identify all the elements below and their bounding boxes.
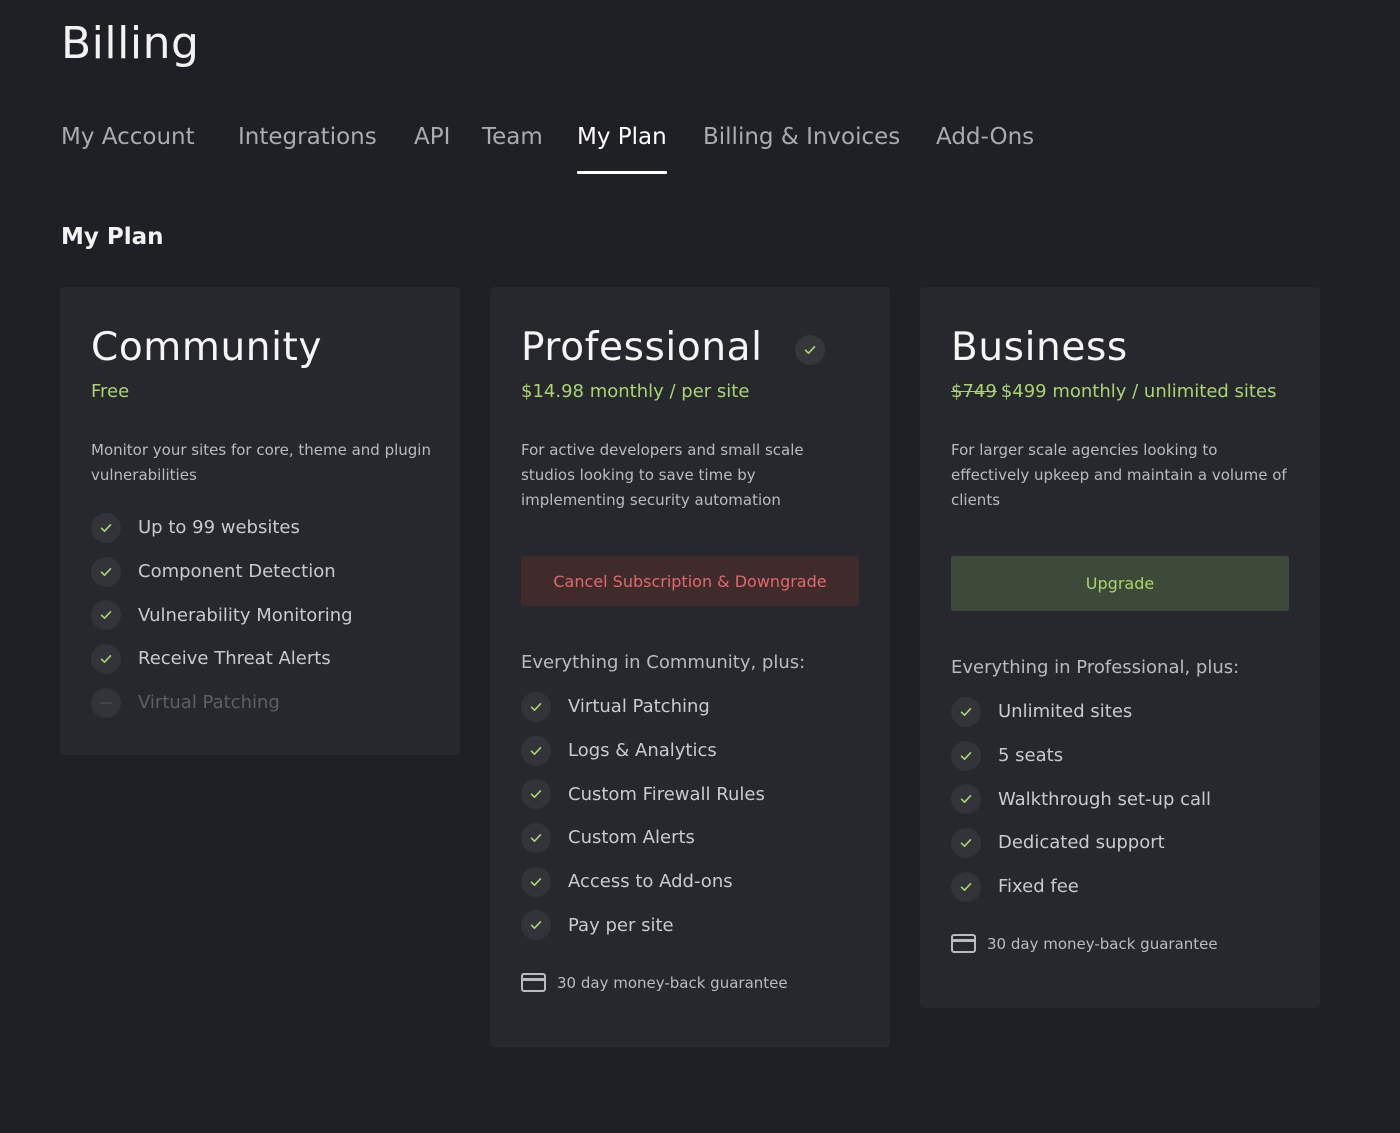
feature-label: Unlimited sites: [998, 701, 1133, 723]
check-icon: [951, 740, 981, 771]
feature-label: Receive Threat Alerts: [138, 648, 331, 670]
feature-label: Logs & Analytics: [568, 740, 717, 762]
old-price: $749: [951, 381, 997, 402]
tab-my-account[interactable]: My Account: [61, 124, 195, 174]
feature-list: Virtual Patching Logs & Analytics Custom…: [521, 685, 765, 947]
feature-item-excluded: Virtual Patching: [91, 681, 353, 725]
plan-price: $14.98 monthly / per site: [521, 381, 750, 402]
check-icon: [521, 822, 551, 853]
feature-label: Vulnerability Monitoring: [138, 604, 353, 626]
upgrade-button[interactable]: Upgrade: [951, 556, 1289, 611]
feature-label: Access to Add-ons: [568, 871, 733, 893]
tab-team[interactable]: Team: [482, 124, 543, 174]
dash-icon: [91, 687, 121, 718]
plan-name: Professional: [521, 325, 763, 370]
feature-label: Pay per site: [568, 914, 674, 936]
plan-card-professional: Professional $14.98 monthly / per site F…: [490, 287, 890, 1047]
plan-description: Monitor your sites for core, theme and p…: [91, 441, 431, 484]
check-icon: [91, 556, 121, 587]
tab-api[interactable]: API: [414, 124, 450, 174]
check-icon: [951, 871, 981, 902]
guarantee-note: 30 day money-back guarantee: [521, 973, 788, 992]
feature-item: Component Detection: [91, 550, 353, 594]
feature-list: Unlimited sites 5 seats Walkthrough set-…: [951, 690, 1211, 908]
guarantee-note: 30 day money-back guarantee: [951, 934, 1218, 953]
feature-label: Up to 99 websites: [138, 517, 300, 539]
feature-label: Custom Firewall Rules: [568, 783, 765, 805]
check-icon: [951, 784, 981, 815]
billing-page: Billing My Account Integrations API Team…: [0, 0, 1400, 1133]
feature-item: 5 seats: [951, 734, 1211, 778]
feature-label: Virtual Patching: [138, 692, 280, 714]
check-icon: [91, 600, 121, 631]
check-icon: [91, 643, 121, 674]
plus-label: Everything in Community, plus:: [521, 652, 806, 673]
feature-item: Dedicated support: [951, 821, 1211, 865]
check-icon: [521, 866, 551, 897]
guarantee-text: 30 day money-back guarantee: [557, 973, 788, 992]
feature-item: Pay per site: [521, 903, 765, 947]
check-icon: [951, 696, 981, 727]
feature-label: Walkthrough set-up call: [998, 788, 1212, 810]
section-title: My Plan: [61, 224, 164, 250]
feature-item: Unlimited sites: [951, 690, 1211, 734]
page-title: Billing: [61, 18, 200, 69]
feature-item: Logs & Analytics: [521, 729, 765, 773]
plan-description: For active developers and small scale st…: [521, 441, 804, 509]
credit-card-icon: [521, 973, 546, 992]
plus-label: Everything in Professional, plus:: [951, 657, 1240, 678]
tab-integrations[interactable]: Integrations: [238, 124, 377, 174]
plan-card-business: Business $749 $499 monthly / unlimited si…: [920, 287, 1320, 1008]
feature-item: Receive Threat Alerts: [91, 637, 353, 681]
plan-name: Business: [951, 325, 1128, 370]
feature-item: Vulnerability Monitoring: [91, 593, 353, 637]
tab-my-plan[interactable]: My Plan: [577, 124, 667, 174]
feature-list: Up to 99 websites Component Detection Vu…: [91, 506, 353, 724]
feature-item: Up to 99 websites: [91, 506, 353, 550]
check-icon: [521, 779, 551, 810]
feature-item: Custom Alerts: [521, 816, 765, 860]
check-icon: [91, 512, 121, 543]
feature-label: Virtual Patching: [568, 696, 710, 718]
credit-card-icon: [951, 934, 976, 953]
tab-billing-invoices[interactable]: Billing & Invoices: [703, 124, 900, 174]
check-icon: [521, 735, 551, 766]
feature-label: Custom Alerts: [568, 827, 695, 849]
feature-item: Custom Firewall Rules: [521, 772, 765, 816]
cancel-subscription-button[interactable]: Cancel Subscription & Downgrade: [521, 556, 859, 606]
current-price: $499 monthly / unlimited sites: [1000, 381, 1277, 402]
plan-card-community: Community Free Monitor your sites for co…: [60, 287, 460, 755]
plan-name: Community: [91, 325, 323, 370]
feature-label: 5 seats: [998, 745, 1064, 767]
feature-item: Access to Add-ons: [521, 860, 765, 904]
guarantee-text: 30 day money-back guarantee: [987, 934, 1218, 953]
feature-item: Fixed fee: [951, 865, 1211, 909]
check-icon: [951, 827, 981, 858]
check-icon: [521, 691, 551, 722]
feature-label: Dedicated support: [998, 832, 1165, 854]
feature-label: Component Detection: [138, 561, 336, 583]
tab-add-ons[interactable]: Add-Ons: [936, 124, 1034, 174]
plan-price: Free: [91, 381, 130, 402]
check-icon: [795, 335, 825, 365]
feature-item: Walkthrough set-up call: [951, 777, 1211, 821]
plan-price: $749 $499 monthly / unlimited sites: [951, 381, 1276, 402]
plan-description: For larger scale agencies looking to eff…: [951, 441, 1287, 509]
check-icon: [521, 910, 551, 941]
feature-item: Virtual Patching: [521, 685, 765, 729]
feature-label: Fixed fee: [998, 876, 1079, 898]
